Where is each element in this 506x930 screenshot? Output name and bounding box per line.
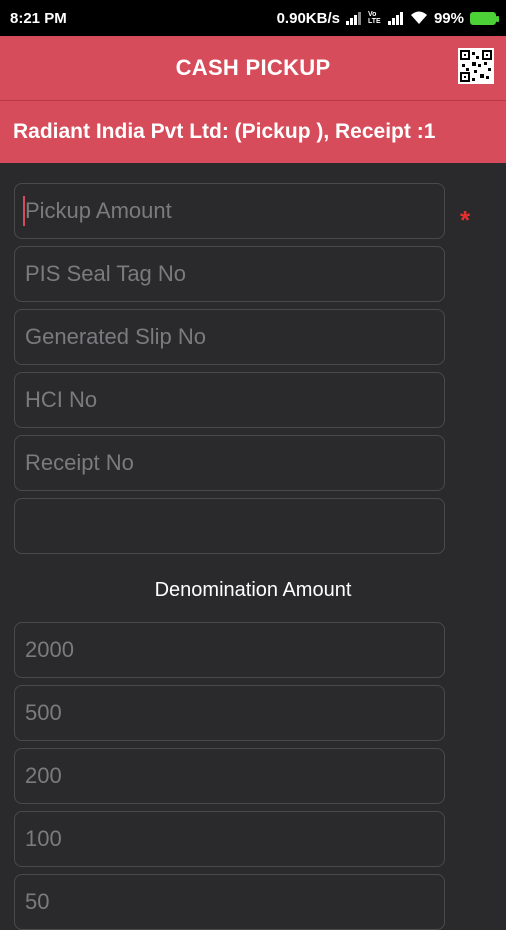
battery-icon: [470, 11, 499, 25]
denomination-input-2000[interactable]: [23, 636, 444, 664]
battery-percent: 99%: [433, 9, 464, 27]
generated-slip-field[interactable]: [14, 309, 445, 365]
wifi-icon: [410, 11, 427, 24]
pis-seal-tag-input[interactable]: [23, 260, 444, 288]
denomination-input-100[interactable]: [23, 825, 444, 853]
denomination-field[interactable]: [14, 685, 445, 741]
pickup-info-header: Radiant India Pvt Ltd: (Pickup ), Receip…: [0, 101, 506, 163]
generated-slip-input[interactable]: [23, 323, 444, 351]
receipt-no-input[interactable]: [23, 449, 444, 477]
extra-field[interactable]: [14, 498, 445, 554]
net-speed: 0.90KB/s: [276, 9, 340, 27]
cash-pickup-form: Denomination Amount: [0, 163, 506, 930]
pickup-info-text: Radiant India Pvt Ltd: (Pickup ), Receip…: [13, 120, 436, 143]
denomination-input-50[interactable]: [23, 888, 444, 916]
extra-input[interactable]: [23, 512, 444, 540]
volte-icon: Vo LTE: [367, 11, 381, 25]
hci-no-field[interactable]: [14, 372, 445, 428]
status-right: 0.90KB/s Vo LTE 99%: [276, 9, 499, 27]
hci-no-input[interactable]: [23, 386, 444, 414]
denomination-field[interactable]: [14, 811, 445, 867]
denomination-field[interactable]: [14, 748, 445, 804]
status-bar: 8:21 PM 0.90KB/s Vo LTE 99%: [0, 0, 506, 36]
signal-icon: [345, 12, 361, 25]
text-cursor: [23, 196, 25, 226]
denomination-input-200[interactable]: [23, 762, 444, 790]
receipt-no-field[interactable]: [14, 435, 445, 491]
page-title: CASH PICKUP: [175, 55, 331, 80]
required-mark: *: [460, 205, 471, 235]
denomination-field[interactable]: [14, 622, 445, 678]
denomination-input-500[interactable]: [23, 699, 444, 727]
signal-icon-2: [387, 12, 403, 25]
denomination-field[interactable]: [14, 874, 445, 930]
pickup-amount-field[interactable]: [14, 183, 445, 239]
pis-seal-tag-field[interactable]: [14, 246, 445, 302]
pickup-amount-input[interactable]: [23, 197, 444, 225]
status-time: 8:21 PM: [10, 9, 67, 27]
denomination-label: Denomination Amount: [154, 579, 352, 601]
app-bar: CASH PICKUP: [0, 36, 506, 101]
qr-code-icon[interactable]: [458, 48, 494, 84]
